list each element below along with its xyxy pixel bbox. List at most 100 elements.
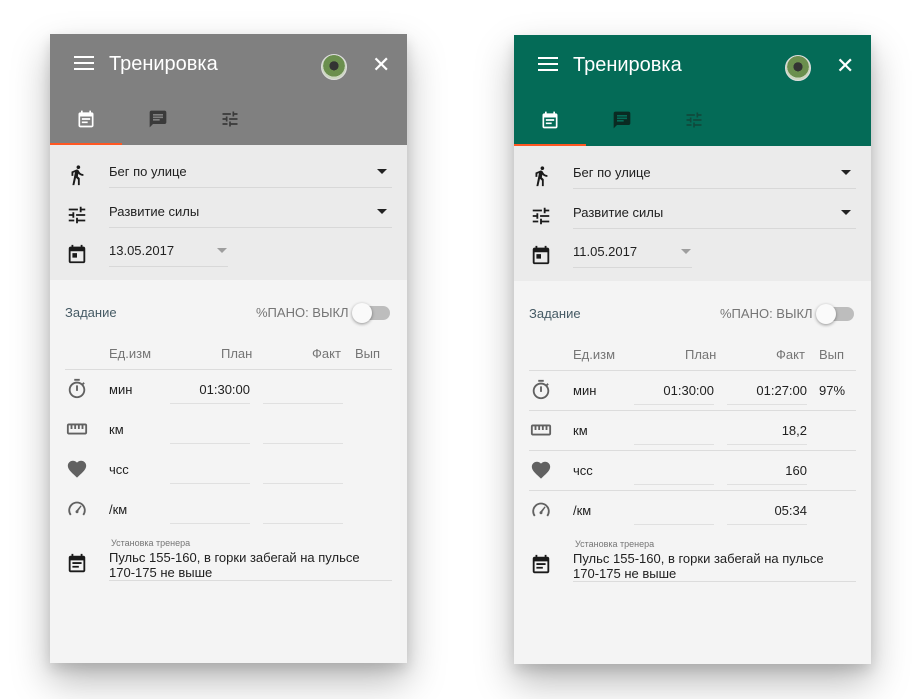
metric-unit: /км: [573, 503, 592, 518]
fact-input[interactable]: 160: [727, 463, 807, 478]
underline: [573, 267, 692, 268]
fact-underline: [263, 483, 343, 484]
goal-select[interactable]: Развитие силы: [50, 194, 407, 234]
plan-input[interactable]: 01:30:00: [170, 382, 250, 397]
pano-label: %ПАНО: ВЫКЛ: [720, 306, 813, 321]
header-fact: Факт: [776, 347, 805, 362]
metric-row: чсс 160: [514, 450, 871, 491]
screen-title: Тренировка: [109, 53, 218, 75]
runner-icon: [66, 164, 88, 186]
close-icon[interactable]: ✕: [372, 52, 390, 78]
menu-icon[interactable]: [538, 57, 558, 73]
note-icon: [530, 554, 552, 576]
tab-comments[interactable]: [586, 99, 658, 146]
goal-select[interactable]: Развитие силы: [514, 195, 871, 235]
calendar-icon: [530, 244, 552, 266]
runner-icon: [530, 165, 552, 187]
ruler-icon: [66, 418, 88, 440]
tab-bar: [50, 98, 407, 145]
fact-underline: [263, 523, 343, 524]
goal-select-value: Развитие силы: [573, 205, 664, 220]
metric-unit: чсс: [109, 462, 129, 477]
coach-instruction[interactable]: Пульс 155-160, в горки забегай на пульсе…: [109, 550, 379, 580]
workout-screen-completed: Тренировка ✕ Бег по улице Развитие силы 11.0…: [514, 35, 871, 664]
fact-underline: [727, 484, 807, 485]
task-section: Задание %ПАНО: ВЫКЛ Ед.изм План Факт Вып мин 01…: [514, 281, 871, 664]
date-select-value: 11.05.2017: [573, 244, 638, 259]
heart-icon: [530, 459, 552, 481]
header-done: Вып: [355, 346, 381, 361]
coach-instruction[interactable]: Пульс 155-160, в горки забегай на пульсе…: [573, 551, 843, 581]
calendar-note-icon: [540, 110, 560, 135]
sliders-icon: [220, 109, 240, 134]
note-icon: [66, 553, 88, 575]
metric-unit: чсс: [573, 463, 593, 478]
coach-caption: Установка тренера: [111, 538, 191, 548]
tab-settings[interactable]: [658, 99, 730, 146]
goal-select-value: Развитие силы: [109, 204, 200, 219]
chevron-down-icon: [841, 210, 851, 215]
date-select[interactable]: 13.05.2017: [50, 233, 407, 273]
fact-input[interactable]: 05:34: [727, 503, 807, 518]
tab-settings[interactable]: [194, 98, 266, 145]
tab-comments[interactable]: [122, 98, 194, 145]
fact-underline: [727, 524, 807, 525]
underline: [573, 188, 856, 189]
metric-unit: /км: [109, 502, 128, 517]
app-bar: Тренировка ✕: [50, 34, 407, 145]
date-select[interactable]: 11.05.2017: [514, 234, 871, 274]
app-bar: Тренировка ✕: [514, 35, 871, 146]
plan-underline: [634, 484, 714, 485]
metric-row: /км: [50, 489, 407, 529]
workout-screen-plan: Тренировка ✕ Бег по улице Развитие силы 13.0…: [50, 34, 407, 663]
header-done: Вып: [819, 347, 845, 362]
tab-workout[interactable]: [514, 99, 586, 146]
close-icon[interactable]: ✕: [836, 53, 854, 79]
underline: [573, 228, 856, 229]
fact-underline: [263, 443, 343, 444]
underline: [109, 187, 392, 188]
fact-underline: [727, 444, 807, 445]
metric-row: /км 05:34: [514, 490, 871, 530]
plan-underline: [634, 404, 714, 405]
plan-underline: [170, 403, 250, 404]
avatar[interactable]: [321, 54, 347, 80]
menu-icon[interactable]: [74, 56, 94, 72]
chevron-down-icon: [841, 170, 851, 175]
fact-input[interactable]: 18,2: [727, 423, 807, 438]
toggle-knob: [816, 304, 836, 324]
sliders-icon: [684, 110, 704, 135]
underline: [109, 227, 392, 228]
speedometer-icon: [66, 498, 88, 520]
calendar-note-icon: [76, 109, 96, 134]
task-label: Задание: [65, 305, 117, 320]
metric-unit: мин: [573, 383, 597, 398]
fact-input[interactable]: 01:27:00: [727, 383, 807, 398]
activity-select[interactable]: Бег по улице: [50, 154, 407, 194]
ruler-icon: [530, 419, 552, 441]
metric-row: мин 01:30:00: [50, 369, 407, 409]
workout-params: Бег по улице Развитие силы 13.05.2017: [50, 145, 407, 280]
chevron-down-icon: [681, 249, 691, 254]
pano-toggle[interactable]: [352, 303, 390, 323]
chevron-down-icon: [377, 209, 387, 214]
activity-select-value: Бег по улице: [573, 165, 651, 180]
header-plan: План: [685, 347, 717, 362]
chevron-down-icon: [377, 169, 387, 174]
sliders-icon: [66, 204, 88, 226]
underline: [573, 581, 856, 582]
tab-workout[interactable]: [50, 98, 122, 145]
fact-underline: [727, 404, 807, 405]
plan-underline: [170, 523, 250, 524]
plan-input[interactable]: 01:30:00: [634, 383, 714, 398]
metric-unit: мин: [109, 382, 133, 397]
workout-params: Бег по улице Развитие силы 11.05.2017: [514, 146, 871, 281]
metric-row: км: [50, 409, 407, 449]
pano-toggle[interactable]: [816, 304, 854, 324]
toggle-knob: [352, 303, 372, 323]
pano-label: %ПАНО: ВЫКЛ: [256, 305, 349, 320]
date-select-value: 13.05.2017: [109, 243, 175, 258]
activity-select[interactable]: Бег по улице: [514, 155, 871, 195]
task-section: Задание %ПАНО: ВЫКЛ Ед.изм План Факт Вып мин 01…: [50, 280, 407, 663]
avatar[interactable]: [785, 55, 811, 81]
